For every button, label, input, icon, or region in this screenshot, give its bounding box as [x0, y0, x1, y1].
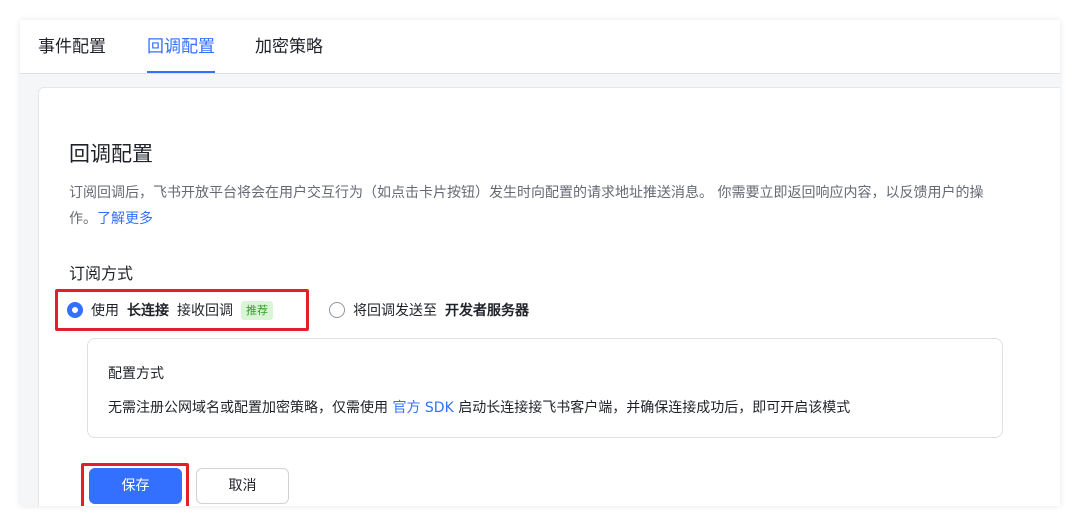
description-text: 订阅回调后，飞书开放平台将会在用户交互行为（如点击卡片按钮）发生时向配置的请求地… [69, 185, 984, 227]
tab-bar: 事件配置 回调配置 加密策略 [20, 20, 1060, 74]
card-text-after: 启动长连接接飞书客户端，并确保连接成功后，即可开启该模式 [453, 400, 851, 416]
panel-description: 订阅回调后，飞书开放平台将会在用户交互行为（如点击卡片按钮）发生时向配置的请求地… [69, 180, 1009, 232]
card-text: 无需注册公网域名或配置加密策略，仅需使用 官方 SDK 启动长连接接飞书客户端，… [108, 397, 850, 417]
page-title: 回调配置 [69, 142, 153, 166]
radio-unchecked-icon[interactable] [329, 302, 345, 318]
app-window: 事件配置 回调配置 加密策略 回调配置 订阅回调后，飞书开放平台将会在用户交互行… [20, 20, 1060, 506]
tab-encryption-policy[interactable]: 加密策略 [255, 36, 323, 73]
callback-config-panel: 回调配置 订阅回调后，飞书开放平台将会在用户交互行为（如点击卡片按钮）发生时向配… [38, 87, 1060, 506]
option-prefix: 将回调发送至 [353, 303, 437, 319]
tab-callback-config[interactable]: 回调配置 [147, 36, 215, 73]
learn-more-link[interactable]: 了解更多 [97, 211, 153, 227]
card-title: 配置方式 [108, 366, 164, 382]
official-sdk-link[interactable]: 官方 SDK [392, 400, 453, 416]
annotation-highlight-radio [55, 289, 309, 331]
cancel-button[interactable]: 取消 [196, 468, 289, 504]
card-text-before: 无需注册公网域名或配置加密策略，仅需使用 [108, 400, 393, 416]
config-method-card: 配置方式 无需注册公网域名或配置加密策略，仅需使用 官方 SDK 启动长连接接飞… [87, 338, 1003, 438]
annotation-highlight-save [81, 463, 189, 506]
option-emphasis: 开发者服务器 [445, 303, 529, 319]
radio-developer-server[interactable]: 将回调发送至 开发者服务器 [329, 293, 529, 327]
subscription-method-label: 订阅方式 [69, 264, 134, 283]
tab-event-config[interactable]: 事件配置 [38, 36, 106, 73]
